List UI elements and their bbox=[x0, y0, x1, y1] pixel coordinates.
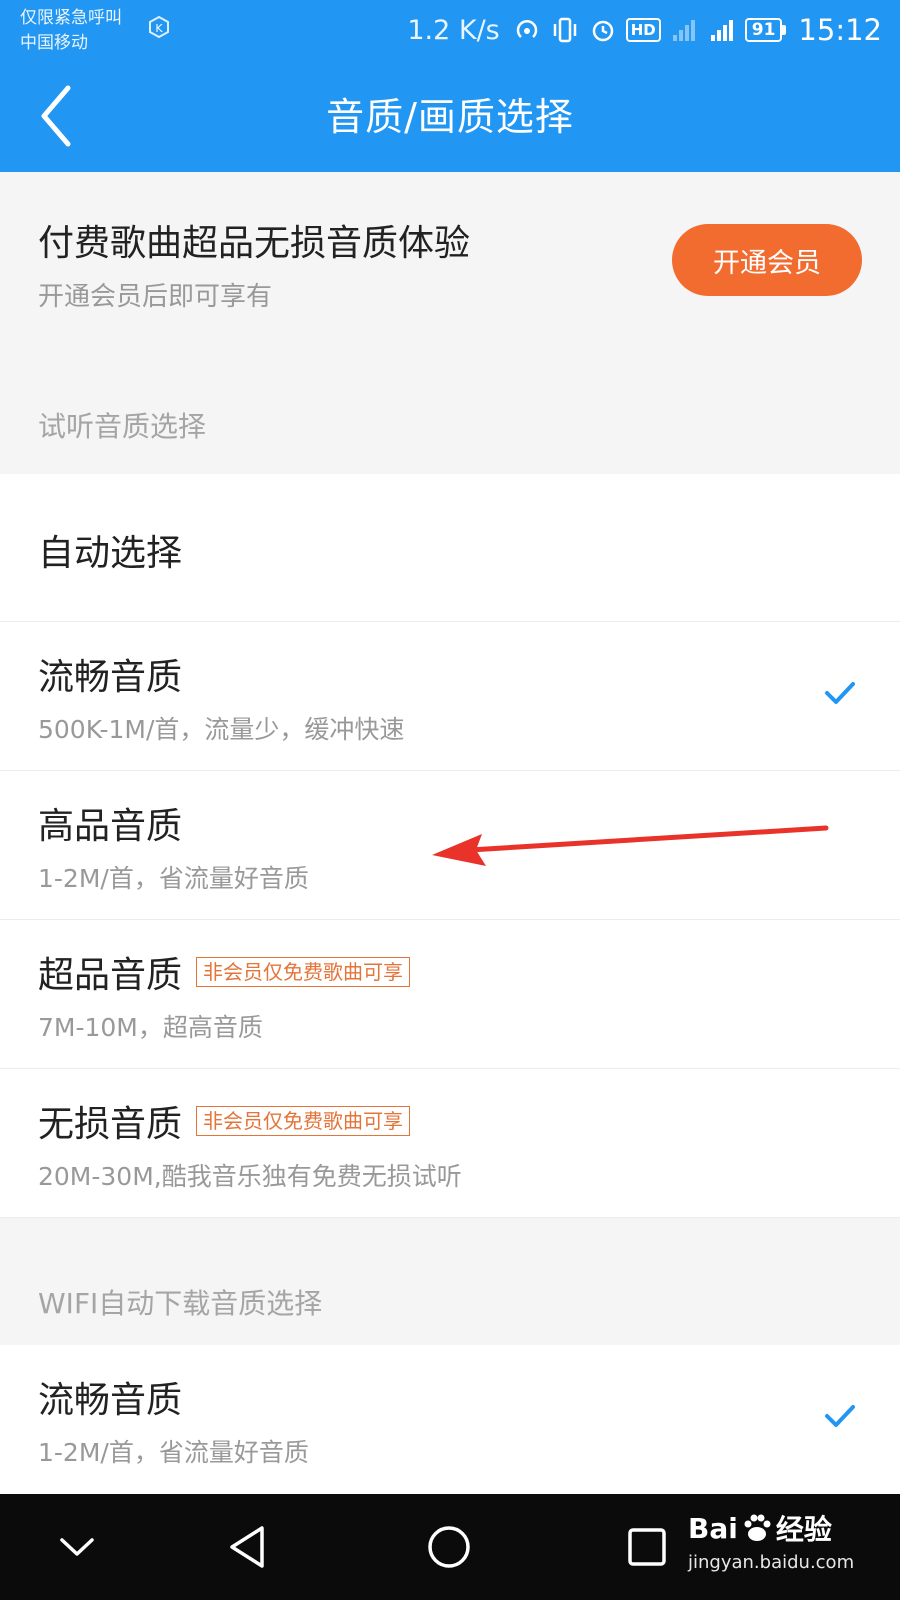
status-bar: 仅限紧急呼叫 中国移动 K 1.2 K/s HD 91 15:12 bbox=[0, 0, 900, 62]
battery-level: 91 bbox=[744, 18, 783, 42]
wifi-section-label: WIFI自动下载音质选择 bbox=[38, 1287, 323, 1320]
wifi-quality-option-smooth[interactable]: 流畅音质 1-2M/首，省流量好音质 bbox=[0, 1345, 900, 1494]
check-icon bbox=[825, 682, 855, 704]
quality-title-text: 流畅音质 bbox=[38, 657, 183, 698]
promo-subtitle: 开通会员后即可享有 bbox=[38, 282, 273, 312]
quality-option-subtitle: 20M-30M,酷我音乐独有免费无损试听 bbox=[38, 1162, 462, 1191]
signal-icon-4g bbox=[710, 20, 733, 41]
baidu-jingyan-watermark: Bai 经验 jingyan.baidu.com bbox=[688, 1508, 888, 1574]
quality-title-text: 自动选择 bbox=[38, 533, 183, 574]
quality-title-text: 超品音质 bbox=[38, 955, 183, 996]
battery-icon: 91 bbox=[744, 18, 787, 42]
baidu-paw-icon bbox=[744, 1514, 771, 1541]
vip-only-badge: 非会员仅免费歌曲可享 bbox=[196, 957, 411, 987]
status-icons: 1.2 K/s HD 91 15:12 bbox=[407, 12, 882, 48]
quality-option-auto[interactable]: 自动选择 bbox=[0, 474, 900, 622]
quality-option-title: 高品音质 bbox=[38, 797, 182, 849]
carrier-info: 仅限紧急呼叫 中国移动 bbox=[20, 6, 122, 56]
signal-icon-1 bbox=[672, 20, 695, 41]
wifi-quality-list: 流畅音质 1-2M/首，省流量好音质 bbox=[0, 1345, 900, 1494]
check-icon bbox=[825, 1405, 855, 1427]
carrier-line2: 中国移动 bbox=[20, 33, 88, 53]
alarm-icon bbox=[592, 20, 613, 42]
watermark-brand: Bai 经验 bbox=[688, 1508, 888, 1548]
quality-option-title: 自动选择 bbox=[38, 524, 182, 576]
nav-back-icon[interactable] bbox=[224, 1522, 274, 1572]
nav-down-icon[interactable] bbox=[52, 1522, 102, 1572]
svg-text:K: K bbox=[155, 22, 163, 35]
quality-option-subtitle: 1-2M/首，省流量好音质 bbox=[38, 864, 309, 893]
network-speed: 1.2 K/s bbox=[407, 14, 500, 46]
quality-option-subtitle: 7M-10M，超高音质 bbox=[38, 1013, 263, 1042]
listen-section-label: 试听音质选择 bbox=[38, 410, 207, 443]
hd-icon: HD bbox=[625, 18, 661, 42]
quality-option-super[interactable]: 超品音质 非会员仅免费歌曲可享 7M-10M，超高音质 bbox=[0, 920, 900, 1069]
nav-home-icon[interactable] bbox=[424, 1522, 474, 1572]
quality-title-text: 高品音质 bbox=[38, 806, 183, 847]
status-time: 15:12 bbox=[798, 13, 882, 47]
system-nav-bar: Bai 经验 jingyan.baidu.com bbox=[0, 1494, 900, 1600]
promo-title: 付费歌曲超品无损音质体验 bbox=[38, 223, 471, 264]
quality-title-text: 无损音质 bbox=[38, 1104, 183, 1145]
vip-only-badge: 非会员仅免费歌曲可享 bbox=[196, 1106, 411, 1136]
annotation-arrow bbox=[432, 825, 829, 866]
top-bar: 仅限紧急呼叫 中国移动 K 1.2 K/s HD 91 15:12 音质/画质选… bbox=[0, 0, 900, 172]
watermark-url: jingyan.baidu.com bbox=[688, 1552, 855, 1573]
nav-recent-icon[interactable] bbox=[622, 1522, 672, 1572]
watermark-brand-text: Bai bbox=[688, 1511, 738, 1545]
carrier-line1: 仅限紧急呼叫 bbox=[20, 8, 122, 28]
quality-option-title: 流畅音质 bbox=[38, 648, 182, 700]
quality-option-title: 超品音质 非会员仅免费歌曲可享 bbox=[38, 946, 411, 998]
battery-nub bbox=[782, 25, 787, 35]
quality-option-smooth[interactable]: 流畅音质 500K-1M/首，流量少，缓冲快速 bbox=[0, 622, 900, 771]
app-notification-icon: K bbox=[149, 15, 169, 39]
hotspot-icon bbox=[516, 20, 537, 38]
quality-option-title: 无损音质 非会员仅免费歌曲可享 bbox=[38, 1095, 411, 1147]
vip-promo: 付费歌曲超品无损音质体验 开通会员后即可享有 开通会员 bbox=[0, 172, 900, 372]
quality-option-subtitle: 1-2M/首，省流量好音质 bbox=[38, 1438, 309, 1467]
header: 音质/画质选择 bbox=[0, 62, 900, 172]
vibrate-icon bbox=[553, 17, 576, 43]
open-vip-button[interactable]: 开通会员 bbox=[672, 224, 862, 296]
quality-option-title: 流畅音质 bbox=[38, 1371, 182, 1423]
quality-title-text: 流畅音质 bbox=[38, 1380, 183, 1421]
page-title: 音质/画质选择 bbox=[326, 95, 574, 139]
quality-option-lossless[interactable]: 无损音质 非会员仅免费歌曲可享 20M-30M,酷我音乐独有免费无损试听 bbox=[0, 1069, 900, 1218]
quality-option-subtitle: 500K-1M/首，流量少，缓冲快速 bbox=[38, 715, 405, 744]
watermark-brand-suffix: 经验 bbox=[775, 1513, 832, 1546]
